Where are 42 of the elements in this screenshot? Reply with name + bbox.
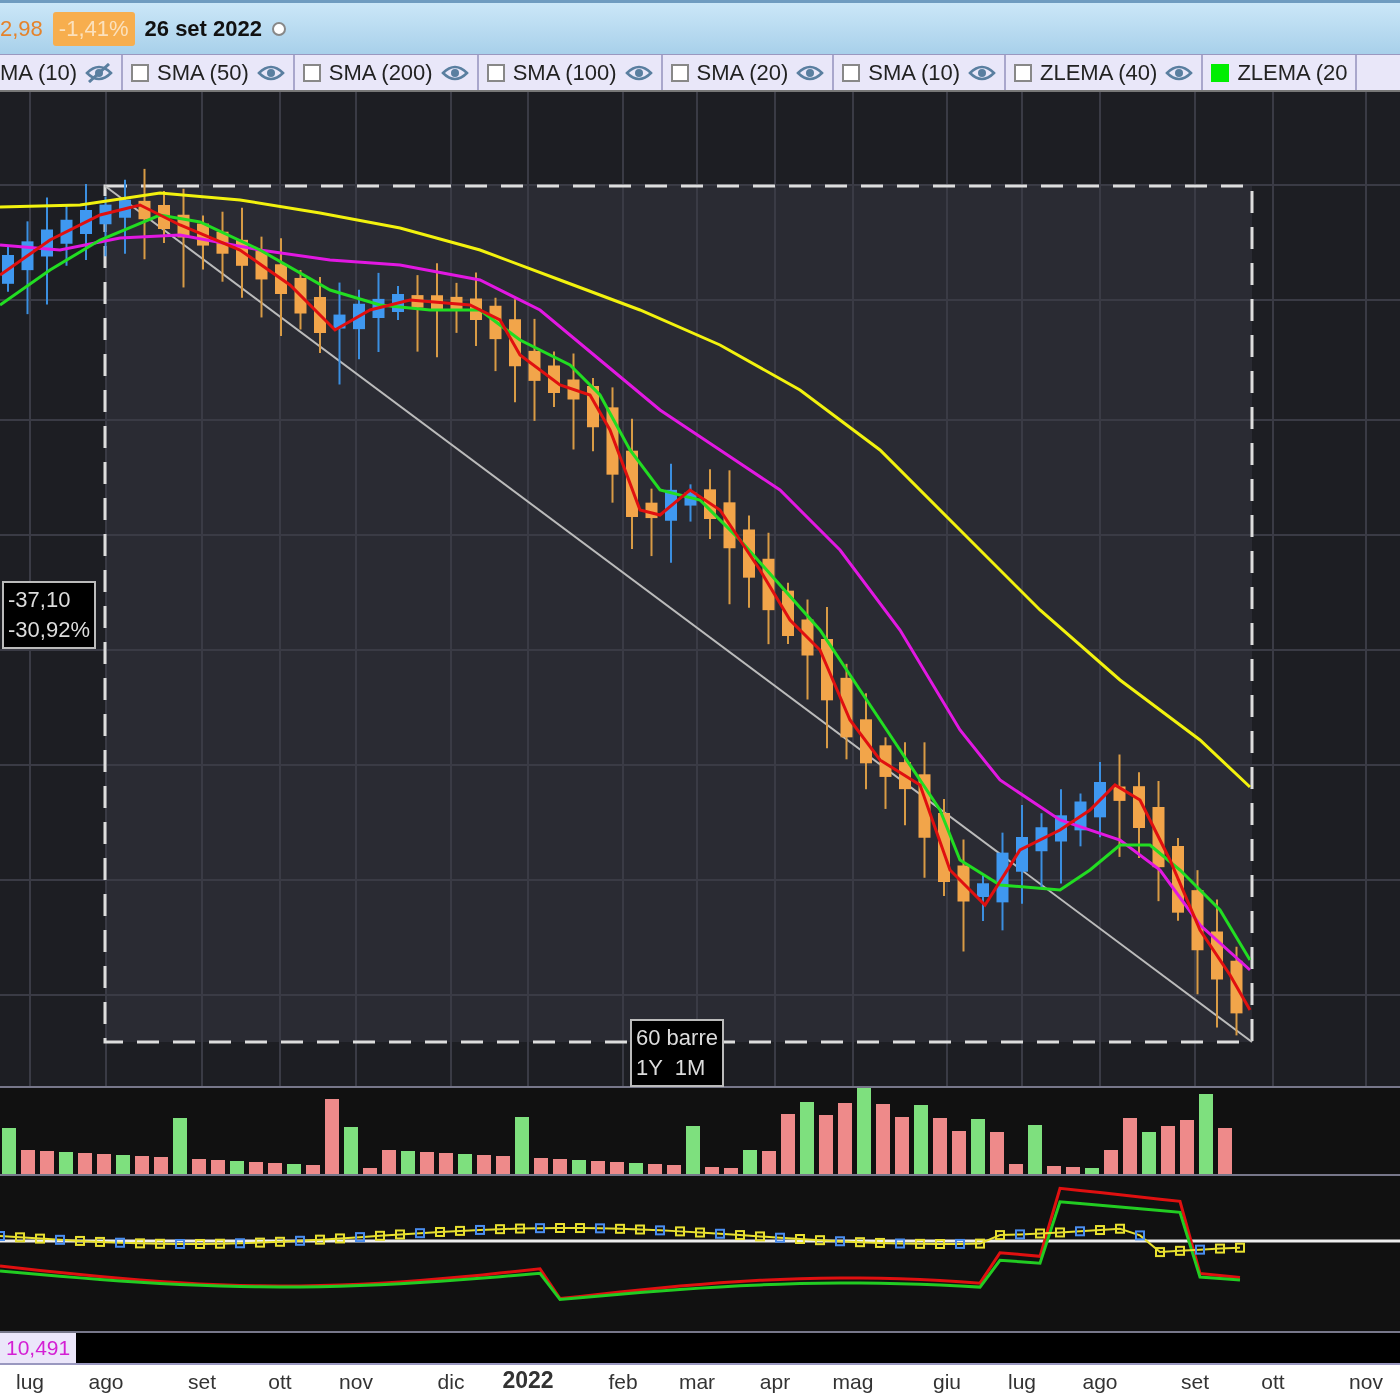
axis-label: set [188,1370,216,1394]
axis-label: apr [759,1370,791,1394]
indicator-tab[interactable]: SMA (50) [123,55,295,90]
indicator-tab[interactable]: ZLEMA (20 [1203,55,1358,90]
value-label: 10,491 [0,1333,77,1363]
range-text: 1Y 1M [636,1054,707,1082]
axis-label: set [1181,1370,1209,1394]
axis-label: dic [437,1370,465,1394]
change-badge: -1,41% [52,11,135,46]
axis-label: giu [933,1370,961,1394]
axis-label: nov [339,1370,373,1394]
indicator-tab[interactable]: SMA (100) [478,55,663,90]
indicator-tab[interactable]: SMA (200) [294,55,479,90]
axis-label: lug [16,1370,44,1394]
circle-icon[interactable] [272,21,286,36]
axis-label: mar [678,1370,716,1394]
axis-label: ott [268,1370,292,1394]
axis-label: mag [832,1370,874,1394]
indicator-tab[interactable]: MA (10) [0,55,124,90]
axis-label: feb [608,1370,638,1394]
indicator-tab[interactable]: ZLEMA (40) [1006,55,1204,90]
indicator-checkbox[interactable] [486,63,505,82]
percent-change-text: -30,92% [8,616,90,644]
axis-label: lug [1008,1370,1036,1394]
indicator-checkbox[interactable] [302,63,321,82]
price-change-text: -37,10 [8,586,72,614]
eye-off-icon[interactable] [85,62,114,83]
indicator-checkbox[interactable] [1211,63,1230,82]
indicator-tab[interactable]: SMA (20) [662,55,835,90]
indicator-checkbox[interactable] [131,63,150,82]
indicator-tab[interactable]: SMA (10) [834,55,1006,90]
axis-label: ott [1261,1370,1285,1394]
axis-label: nov [1349,1370,1383,1394]
bar-count-text: 60 barre [636,1024,718,1052]
axis-label: ago [1082,1370,1118,1394]
axis-label: ago [88,1370,124,1394]
indicator-checkbox[interactable] [670,63,689,82]
date-text: 26 set 2022 [144,15,262,42]
indicator-checkbox[interactable] [1014,63,1032,82]
axis-label: 2022 [502,1368,554,1392]
price-text: 2,98 [0,15,43,42]
indicator-checkbox[interactable] [842,63,861,82]
